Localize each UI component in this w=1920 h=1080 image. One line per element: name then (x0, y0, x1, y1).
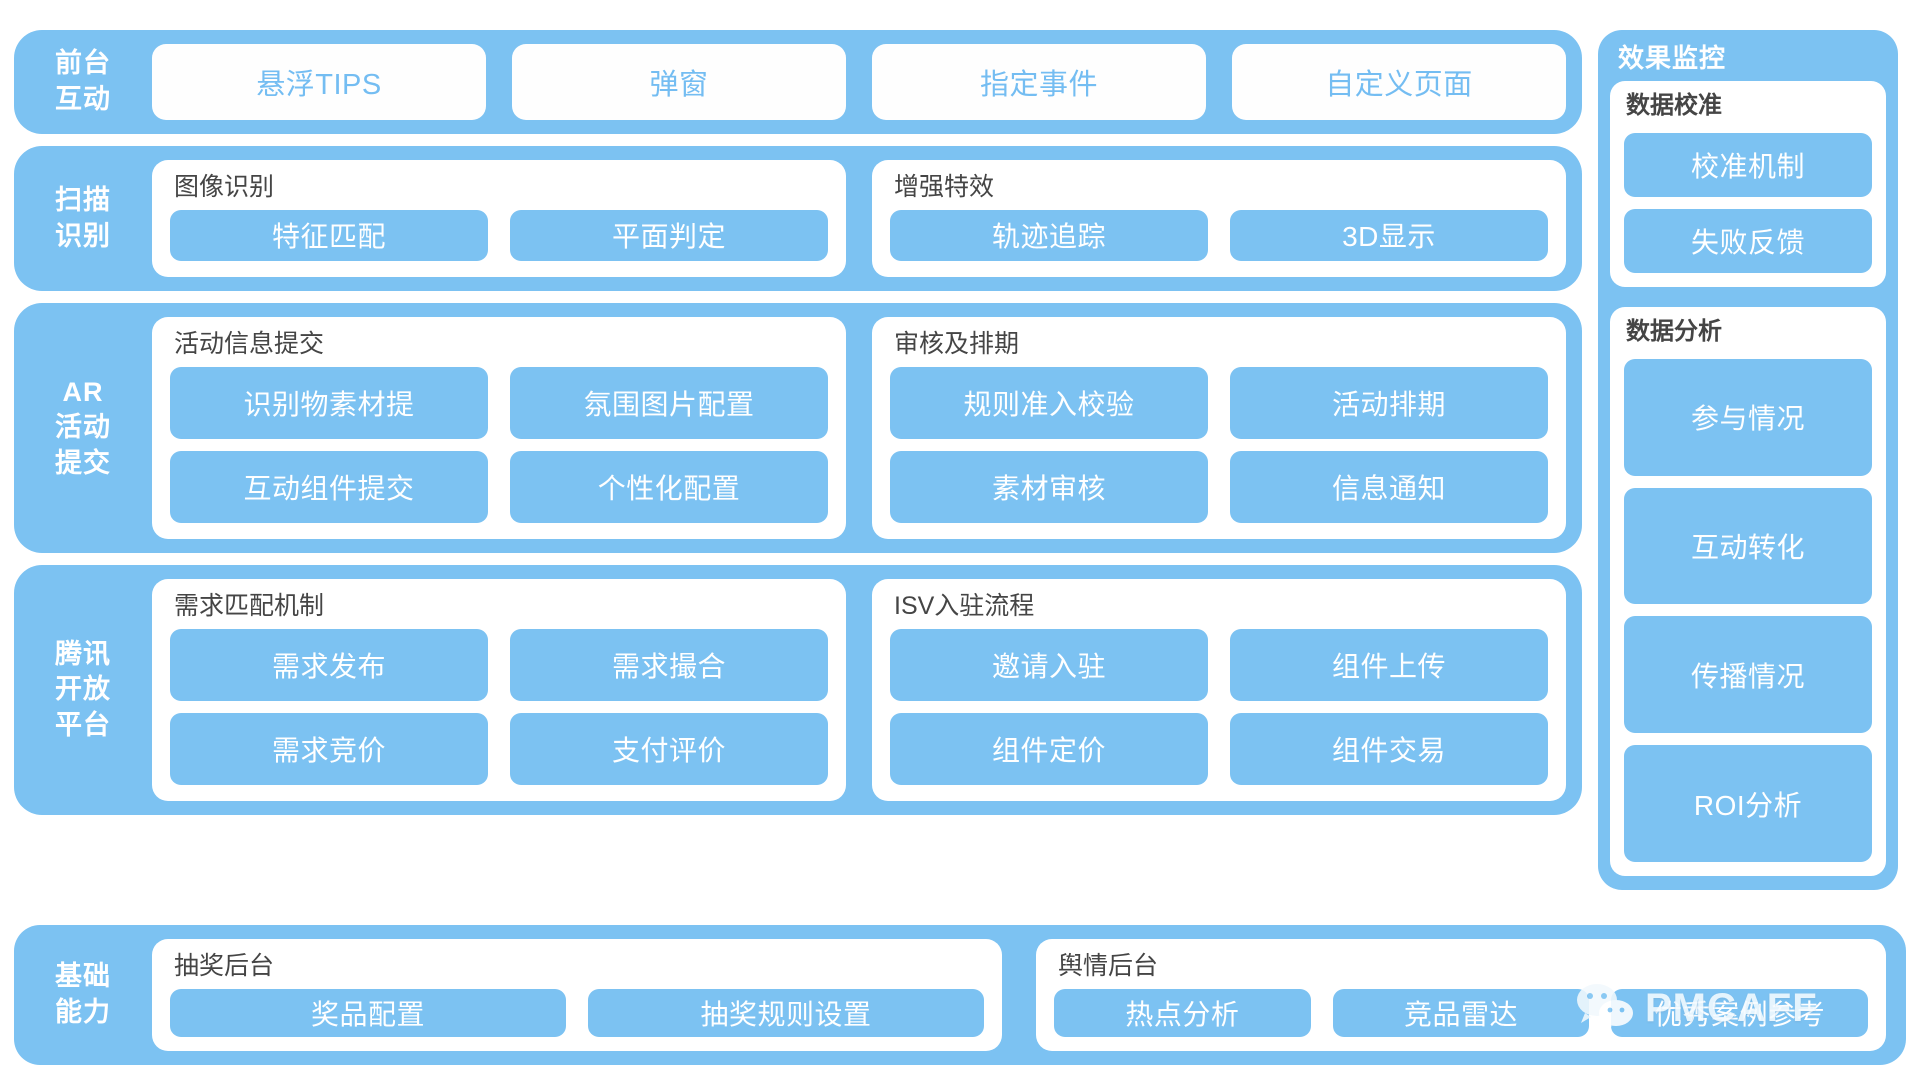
chip-feature-matching[interactable]: 特征匹配 (170, 209, 488, 261)
group-title: 数据分析 (1626, 317, 1722, 345)
group-card-sentiment-backend: 舆情后台 热点分析 竞品雷达 优秀案例参考 (1036, 939, 1886, 1051)
chip-component-trading[interactable]: 组件交易 (1230, 712, 1548, 785)
pill-popup[interactable]: 弹窗 (512, 44, 846, 120)
group-card-review-and-scheduling: 审核及排期 规则准入校验 活动排期 素材审核 信息通知 (872, 317, 1566, 539)
chip-recognition-material[interactable]: 识别物素材提 (170, 366, 488, 439)
row-body: 悬浮TIPS 弹窗 指定事件 自定义页面 (152, 44, 1566, 120)
group-title: 审核及排期 (894, 330, 1020, 358)
chip-prize-config[interactable]: 奖品配置 (170, 988, 566, 1037)
layer-row-basic-capability: 基础 能力 抽奖后台 奖品配置 抽奖规则设置 舆情后台 热点分析 竞品雷达 优秀… (14, 925, 1906, 1065)
row-body: 活动信息提交 识别物素材提 氛围图片配置 互动组件提交 个性化配置 审核及排期 … (152, 317, 1566, 539)
chip-personalization-config[interactable]: 个性化配置 (510, 450, 828, 523)
chip-calibration-mechanism[interactable]: 校准机制 (1624, 132, 1872, 197)
chip-grid: 轨迹追踪 3D显示 (890, 209, 1548, 261)
layer-label-front-interaction: 前台 互动 (14, 44, 152, 120)
panel-card-data-calibration: 数据校准 校准机制 失败反馈 (1610, 80, 1886, 287)
layer-row-front-interaction: 前台 互动 悬浮TIPS 弹窗 指定事件 自定义页面 (14, 30, 1582, 134)
layer-label-line: 基础 (55, 961, 111, 992)
group-card-lottery-backend: 抽奖后台 奖品配置 抽奖规则设置 (152, 939, 1002, 1051)
chip-interactive-component-submit[interactable]: 互动组件提交 (170, 450, 488, 523)
panel-title-effect-monitoring: 效果监控 (1618, 43, 1727, 73)
chip-payment-review[interactable]: 支付评价 (510, 712, 828, 785)
chip-grid: 热点分析 竞品雷达 优秀案例参考 (1054, 988, 1868, 1037)
chip-ambience-image-config[interactable]: 氛围图片配置 (510, 366, 828, 439)
chip-grid: 需求发布 需求撮合 需求竞价 支付评价 (170, 628, 828, 785)
layer-label-line: AR (62, 376, 104, 407)
chip-demand-bidding[interactable]: 需求竞价 (170, 712, 488, 785)
group-title: 图像识别 (174, 173, 275, 201)
chip-component-pricing[interactable]: 组件定价 (890, 712, 1208, 785)
layer-label-basic-capability: 基础 能力 (14, 939, 152, 1051)
layer-label-line: 平台 (55, 709, 111, 740)
chip-spread-status[interactable]: 传播情况 (1624, 616, 1872, 734)
chip-grid: 特征匹配 平面判定 (170, 209, 828, 261)
row-body: 需求匹配机制 需求发布 需求撮合 需求竞价 支付评价 ISV入驻流程 邀请入驻 … (152, 579, 1566, 801)
layer-stack: 前台 互动 悬浮TIPS 弹窗 指定事件 自定义页面 扫描 识别 图像识别 特征… (14, 30, 1582, 1065)
chip-failure-feedback[interactable]: 失败反馈 (1624, 208, 1872, 273)
group-title: 活动信息提交 (174, 330, 325, 358)
group-title: ISV入驻流程 (894, 592, 1035, 620)
pill-specified-event[interactable]: 指定事件 (872, 44, 1206, 120)
row-body: 抽奖后台 奖品配置 抽奖规则设置 舆情后台 热点分析 竞品雷达 优秀案例参考 (152, 939, 1886, 1051)
chip-grid: 规则准入校验 活动排期 素材审核 信息通知 (890, 366, 1548, 523)
layer-row-ar-activity-submit: AR 活动 提交 活动信息提交 识别物素材提 氛围图片配置 互动组件提交 个性化… (14, 303, 1582, 553)
row-body: 图像识别 特征匹配 平面判定 增强特效 轨迹追踪 3D显示 (152, 160, 1566, 277)
group-card-activity-info-submit: 活动信息提交 识别物素材提 氛围图片配置 互动组件提交 个性化配置 (152, 317, 846, 539)
layer-label-line: 能力 (55, 997, 111, 1027)
layer-row-scan-recognition: 扫描 识别 图像识别 特征匹配 平面判定 增强特效 轨迹追踪 3D显示 (14, 146, 1582, 291)
chip-material-review[interactable]: 素材审核 (890, 450, 1208, 523)
chip-hotspot-analysis[interactable]: 热点分析 (1054, 988, 1311, 1037)
group-title: 抽奖后台 (174, 952, 275, 980)
layer-label-ar-activity-submit: AR 活动 提交 (14, 317, 152, 539)
chip-competitor-radar[interactable]: 竞品雷达 (1332, 988, 1590, 1037)
layer-row-tencent-open-platform: 腾讯 开放 平台 需求匹配机制 需求发布 需求撮合 需求竞价 支付评价 ISV入… (14, 565, 1582, 815)
chip-lottery-rule-settings[interactable]: 抽奖规则设置 (588, 988, 984, 1037)
layer-label-tencent-open-platform: 腾讯 开放 平台 (14, 579, 152, 801)
chip-demand-matchmaking[interactable]: 需求撮合 (510, 628, 828, 701)
chip-demand-publish[interactable]: 需求发布 (170, 628, 488, 701)
layer-label-line: 识别 (55, 220, 111, 251)
chip-component-upload[interactable]: 组件上传 (1230, 628, 1548, 701)
chip-grid: 识别物素材提 氛围图片配置 互动组件提交 个性化配置 (170, 366, 828, 523)
chip-invite-onboarding[interactable]: 邀请入驻 (890, 628, 1208, 701)
chip-trajectory-tracking[interactable]: 轨迹追踪 (890, 209, 1208, 261)
layer-label-line: 活动 (55, 412, 111, 443)
panel-effect-monitoring: 效果监控 数据校准 校准机制 失败反馈 数据分析 参与情况 互动转化 传播情况 … (1598, 30, 1898, 890)
group-card-enhanced-effects: 增强特效 轨迹追踪 3D显示 (872, 160, 1566, 277)
architecture-diagram: 前台 互动 悬浮TIPS 弹窗 指定事件 自定义页面 扫描 识别 图像识别 特征… (0, 0, 1920, 1080)
pill-floating-tips[interactable]: 悬浮TIPS (152, 44, 486, 120)
layer-label-line: 扫描 (55, 184, 111, 215)
layer-label-line: 互动 (55, 84, 111, 114)
group-card-isv-onboarding: ISV入驻流程 邀请入驻 组件上传 组件定价 组件交易 (872, 579, 1566, 801)
chip-rule-admission-check[interactable]: 规则准入校验 (890, 366, 1208, 439)
chip-activity-scheduling[interactable]: 活动排期 (1230, 366, 1548, 439)
group-title: 需求匹配机制 (174, 592, 325, 620)
layer-label-line: 提交 (55, 447, 111, 478)
layer-label-scan-recognition: 扫描 识别 (14, 160, 152, 277)
group-card-image-recognition: 图像识别 特征匹配 平面判定 (152, 160, 846, 277)
group-card-demand-matching: 需求匹配机制 需求发布 需求撮合 需求竞价 支付评价 (152, 579, 846, 801)
panel-card-data-analysis: 数据分析 参与情况 互动转化 传播情况 ROI分析 (1610, 306, 1886, 876)
chip-grid: 邀请入驻 组件上传 组件定价 组件交易 (890, 628, 1548, 785)
chip-plane-detection[interactable]: 平面判定 (510, 209, 828, 261)
group-title: 舆情后台 (1058, 952, 1159, 980)
chip-excellent-case-reference[interactable]: 优秀案例参考 (1611, 988, 1868, 1037)
group-title: 增强特效 (894, 173, 995, 201)
chip-interaction-conversion[interactable]: 互动转化 (1624, 487, 1872, 605)
chip-roi-analysis[interactable]: ROI分析 (1624, 745, 1872, 862)
layer-label-line: 前台 (55, 48, 111, 79)
layer-label-line: 腾讯 (55, 638, 111, 669)
layer-label-line: 开放 (55, 674, 111, 705)
chip-participation-status[interactable]: 参与情况 (1624, 358, 1872, 476)
group-title: 数据校准 (1626, 91, 1722, 119)
chip-info-notification[interactable]: 信息通知 (1230, 450, 1548, 523)
chip-3d-display[interactable]: 3D显示 (1230, 209, 1548, 261)
chip-grid: 奖品配置 抽奖规则设置 (170, 988, 984, 1037)
pill-custom-page[interactable]: 自定义页面 (1232, 44, 1566, 120)
